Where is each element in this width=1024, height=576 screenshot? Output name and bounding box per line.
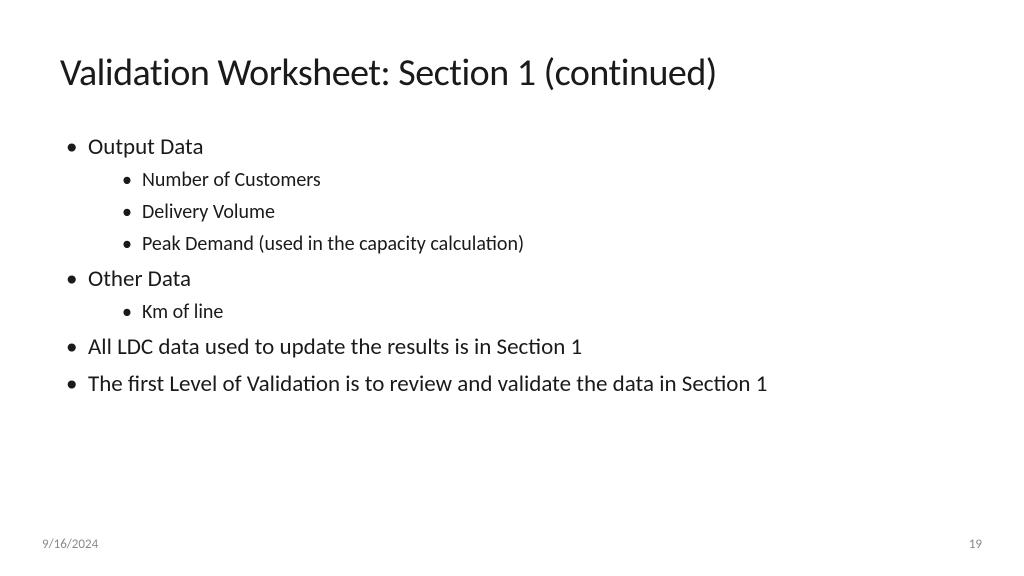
content-list: Output Data Number of Customers Delivery… <box>60 132 964 400</box>
footer-date: 9/16/2024 <box>42 537 98 552</box>
footer: 9/16/2024 19 <box>0 537 1024 552</box>
bullet-item: Other Data Km of line <box>60 264 964 326</box>
bullet-item: Output Data Number of Customers Delivery… <box>60 132 964 258</box>
bullet-item: All LDC data used to update the results … <box>60 332 964 363</box>
bullet-text: Other Data <box>88 265 191 293</box>
sub-list: Number of Customers Delivery Volume Peak… <box>88 167 964 258</box>
slide-title: Validation Worksheet: Section 1 (continu… <box>60 50 964 96</box>
sub-bullet-item: Peak Demand (used in the capacity calcul… <box>88 231 964 258</box>
bullet-text: All LDC data used to update the results … <box>88 333 582 361</box>
footer-page-number: 19 <box>969 537 982 552</box>
bullet-text: The first Level of Validation is to revi… <box>88 370 767 398</box>
sub-list: Km of line <box>88 299 964 326</box>
sub-bullet-item: Km of line <box>88 299 964 326</box>
sub-bullet-item: Delivery Volume <box>88 199 964 226</box>
bullet-item: The first Level of Validation is to revi… <box>60 369 964 400</box>
bullet-text: Output Data <box>88 133 203 161</box>
sub-bullet-item: Number of Customers <box>88 167 964 194</box>
